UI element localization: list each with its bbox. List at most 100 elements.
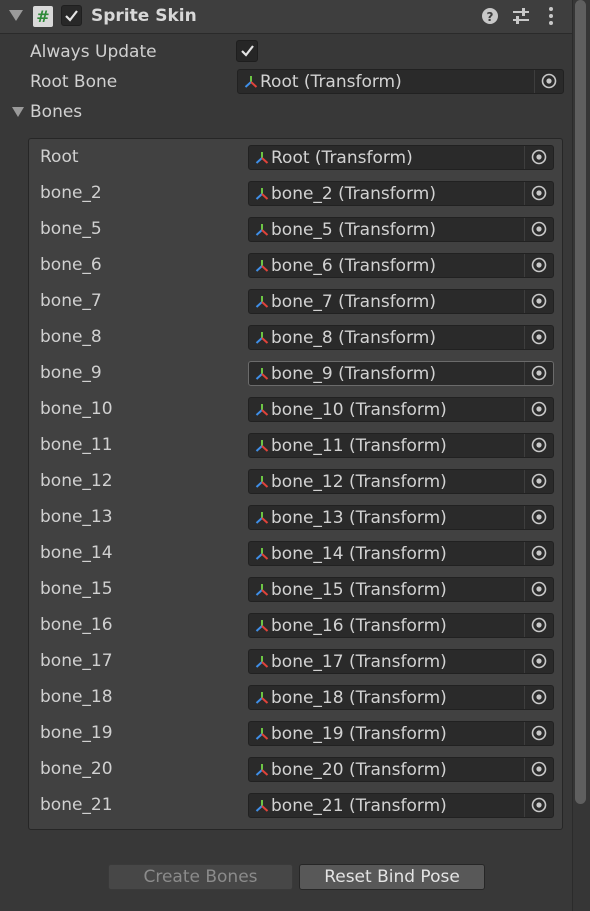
bone-picker-button[interactable]: [524, 254, 553, 277]
bone-picker-button[interactable]: [524, 434, 553, 457]
bone-picker-button[interactable]: [524, 470, 553, 493]
bone-row-label: Root: [40, 147, 79, 167]
object-picker-icon: [531, 797, 547, 813]
bone-object-field[interactable]: bone_19 (Transform): [248, 721, 554, 746]
scrollbar-thumb[interactable]: [575, 0, 586, 804]
root-bone-picker-button[interactable]: [534, 70, 563, 93]
bone-object-field[interactable]: bone_9 (Transform): [248, 361, 554, 386]
bone-object-field[interactable]: bone_15 (Transform): [248, 577, 554, 602]
transform-axes-icon: [255, 152, 269, 164]
bone-object-field[interactable]: Root (Transform): [248, 145, 554, 170]
transform-axes-icon: [255, 656, 269, 668]
bone-picker-button[interactable]: [524, 506, 553, 529]
bone-object-field[interactable]: bone_18 (Transform): [248, 685, 554, 710]
object-picker-icon: [531, 401, 547, 417]
component-enabled-checkbox[interactable]: [61, 5, 82, 26]
foldout-triangle-icon[interactable]: [9, 10, 23, 21]
bones-foldout-triangle-icon[interactable]: [12, 107, 24, 117]
object-picker-icon: [531, 437, 547, 453]
bone-object-field[interactable]: bone_17 (Transform): [248, 649, 554, 674]
transform-axes-icon: [255, 188, 269, 200]
bone-picker-button[interactable]: [524, 722, 553, 745]
bone-picker-button[interactable]: [524, 218, 553, 241]
bone-object-field[interactable]: bone_5 (Transform): [248, 217, 554, 242]
bone-object-field[interactable]: bone_13 (Transform): [248, 505, 554, 530]
bone-object-field[interactable]: bone_21 (Transform): [248, 793, 554, 818]
bones-label[interactable]: Bones: [30, 101, 82, 123]
kebab-menu-icon[interactable]: [541, 6, 561, 26]
help-icon[interactable]: ?: [481, 6, 501, 26]
bone-row-label: bone_6: [40, 255, 102, 275]
bone-picker-button[interactable]: [524, 542, 553, 565]
reset-bind-pose-button[interactable]: Reset Bind Pose: [299, 864, 485, 890]
object-picker-icon: [531, 149, 547, 165]
bone-object-field[interactable]: bone_20 (Transform): [248, 757, 554, 782]
bone-picker-button[interactable]: [524, 614, 553, 637]
always-update-checkbox[interactable]: [236, 40, 258, 62]
object-picker-icon: [531, 293, 547, 309]
bone-row-label: bone_19: [40, 723, 113, 743]
presets-sliders-icon[interactable]: [511, 6, 531, 26]
transform-axes-icon: [255, 332, 269, 344]
object-picker-icon: [531, 617, 547, 633]
transform-axes-icon: [255, 548, 269, 560]
transform-axes-icon: [255, 368, 269, 380]
bone-object-field[interactable]: bone_11 (Transform): [248, 433, 554, 458]
bone-object-field[interactable]: bone_2 (Transform): [248, 181, 554, 206]
object-picker-icon: [531, 221, 547, 237]
bone-picker-button[interactable]: [524, 650, 553, 673]
bone-picker-button[interactable]: [524, 362, 553, 385]
bone-field-value: bone_12 (Transform): [271, 472, 447, 492]
bone-row-label: bone_17: [40, 651, 113, 671]
object-picker-icon: [531, 473, 547, 489]
bone-picker-button[interactable]: [524, 398, 553, 421]
bone-object-field[interactable]: bone_7 (Transform): [248, 289, 554, 314]
transform-axes-icon: [255, 728, 269, 740]
root-bone-value: Root (Transform): [260, 72, 402, 92]
object-picker-icon: [531, 329, 547, 345]
bone-row-label: bone_21: [40, 795, 113, 815]
bone-object-field[interactable]: bone_10 (Transform): [248, 397, 554, 422]
bone-field-value: bone_10 (Transform): [271, 400, 447, 420]
bone-field-value: bone_18 (Transform): [271, 688, 447, 708]
root-bone-field[interactable]: Root (Transform): [237, 69, 564, 94]
transform-axes-icon: [255, 584, 269, 596]
object-picker-icon: [531, 545, 547, 561]
bone-object-field[interactable]: bone_16 (Transform): [248, 613, 554, 638]
bone-row-label: bone_16: [40, 615, 113, 635]
bone-picker-button[interactable]: [524, 290, 553, 313]
bone-row-label: bone_8: [40, 327, 102, 347]
component-title: Sprite Skin: [91, 6, 197, 26]
object-picker-icon: [531, 725, 547, 741]
transform-axes-icon: [255, 476, 269, 488]
bone-row-label: bone_18: [40, 687, 113, 707]
object-picker-icon: [531, 257, 547, 273]
bone-picker-button[interactable]: [524, 182, 553, 205]
bone-object-field[interactable]: bone_6 (Transform): [248, 253, 554, 278]
transform-axes-icon: [255, 440, 269, 452]
bone-row-label: bone_10: [40, 399, 113, 419]
bone-picker-button[interactable]: [524, 146, 553, 169]
object-picker-icon: [531, 581, 547, 597]
bone-picker-button[interactable]: [524, 758, 553, 781]
bone-field-value: bone_15 (Transform): [271, 580, 447, 600]
bone-field-value: bone_21 (Transform): [271, 796, 447, 816]
bone-field-value: bone_8 (Transform): [271, 328, 436, 348]
bone-picker-button[interactable]: [524, 578, 553, 601]
bone-object-field[interactable]: bone_14 (Transform): [248, 541, 554, 566]
create-bones-button[interactable]: Create Bones: [108, 864, 293, 890]
bone-picker-button[interactable]: [524, 326, 553, 349]
transform-axes-icon: [255, 692, 269, 704]
transform-axes-icon: [255, 404, 269, 416]
bone-field-value: bone_14 (Transform): [271, 544, 447, 564]
bone-row-label: bone_9: [40, 363, 102, 383]
object-picker-icon: [531, 761, 547, 777]
bone-picker-button[interactable]: [524, 794, 553, 817]
root-bone-label: Root Bone: [30, 72, 118, 92]
bone-row-label: bone_5: [40, 219, 102, 239]
bone-object-field[interactable]: bone_12 (Transform): [248, 469, 554, 494]
object-picker-icon: [531, 689, 547, 705]
bone-object-field[interactable]: bone_8 (Transform): [248, 325, 554, 350]
bone-field-value: bone_5 (Transform): [271, 220, 436, 240]
bone-picker-button[interactable]: [524, 686, 553, 709]
